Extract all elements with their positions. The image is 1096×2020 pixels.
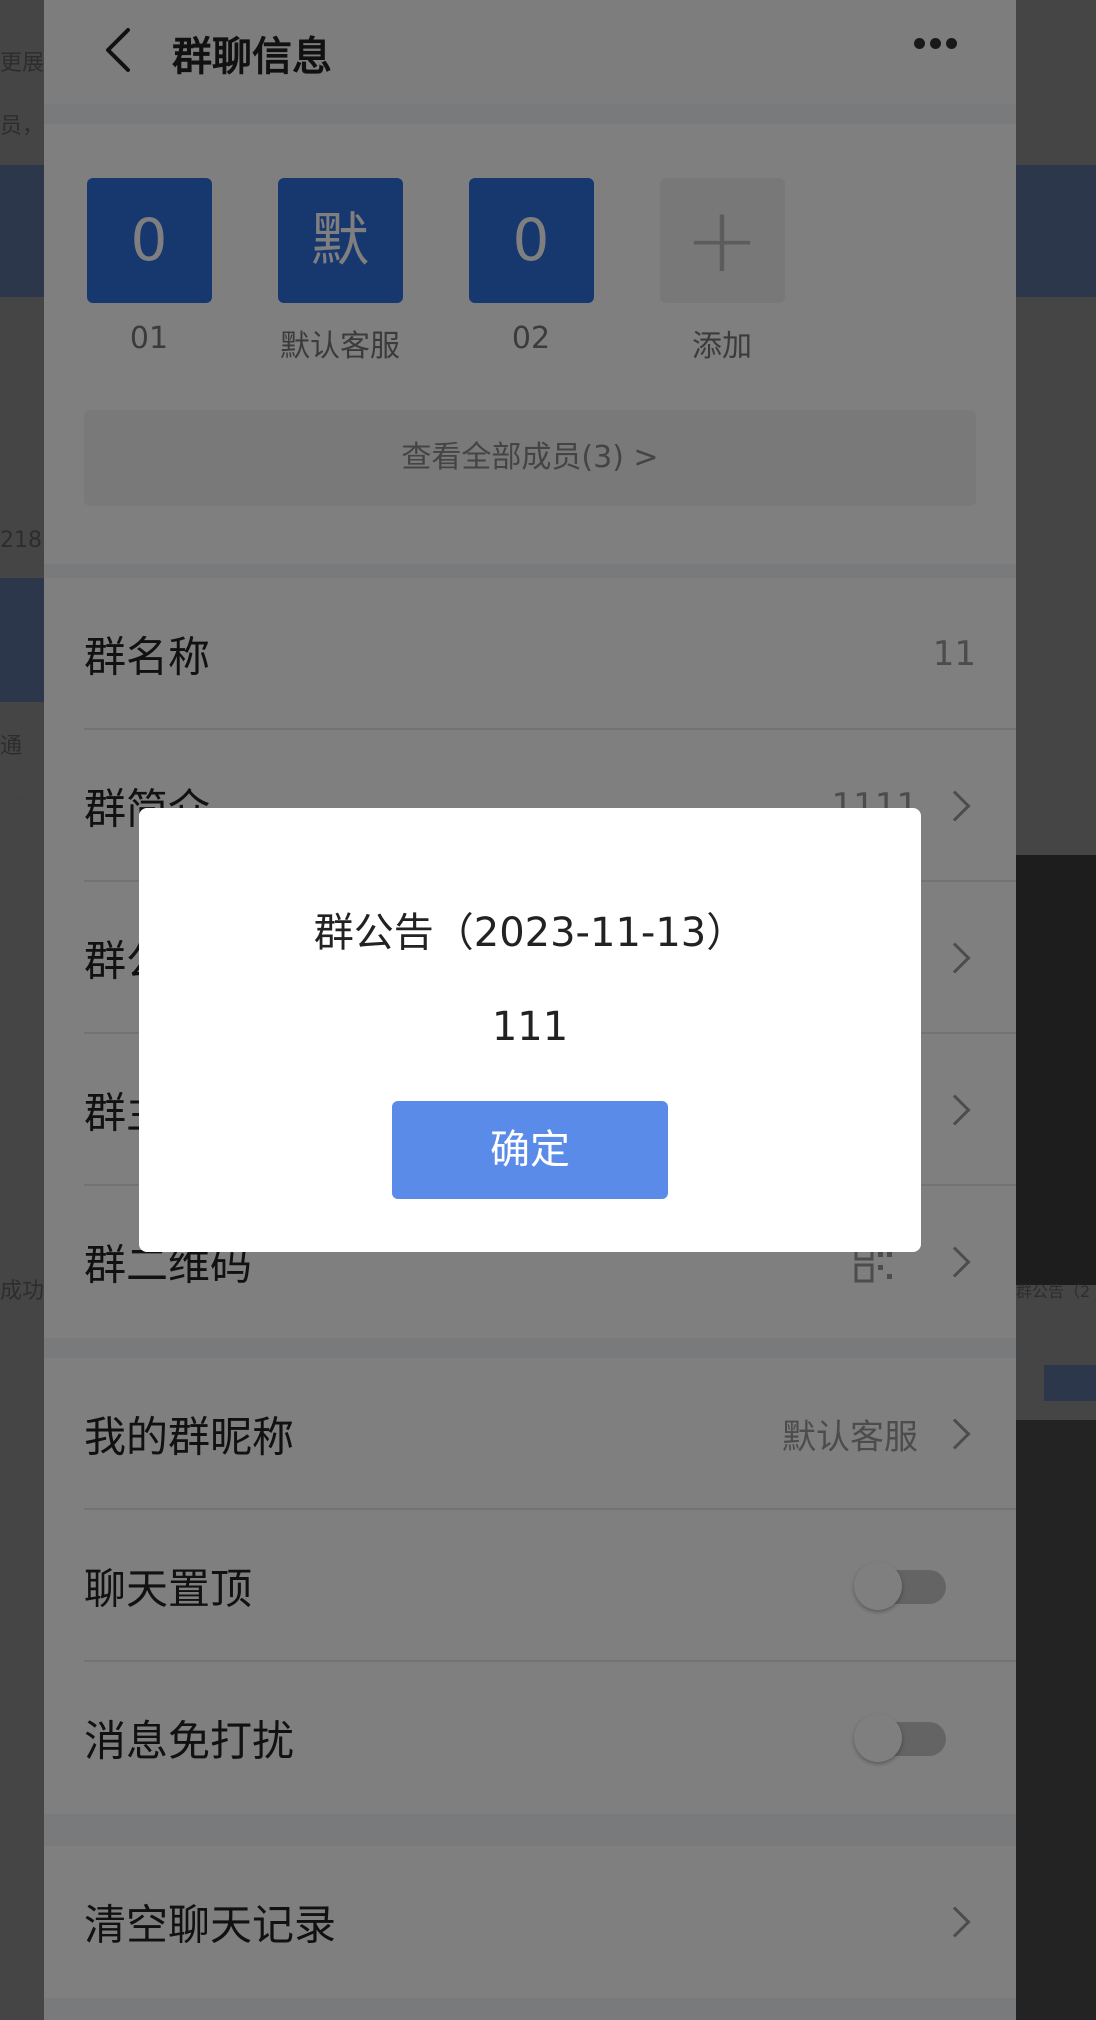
confirm-button[interactable]: 确定 [392, 1101, 668, 1199]
dialog-body: 111 [491, 1004, 569, 1050]
dialog-title: 群公告（2023-11-13） [313, 910, 747, 956]
notice-dialog: 群公告（2023-11-13） 111 确定 [139, 808, 921, 1252]
